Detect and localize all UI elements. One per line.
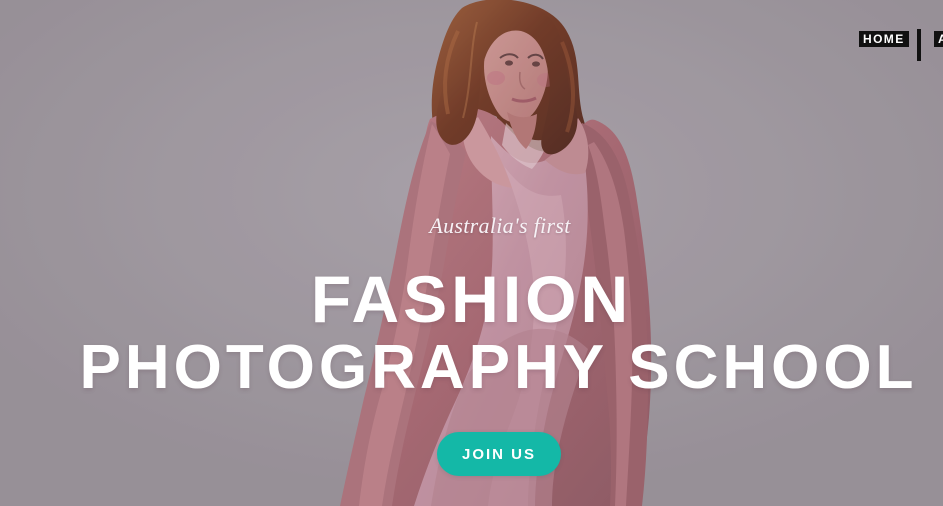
top-navigation: HOME A — [857, 29, 943, 63]
hero-model-image — [0, 0, 943, 506]
join-us-button[interactable]: JOIN US — [437, 432, 561, 476]
nav-link-home[interactable]: HOME — [859, 31, 909, 47]
hero-title-line-photography-school: PHOTOGRAPHY SCHOOL — [79, 333, 918, 402]
hero-title-line-fashion: FASHION — [310, 262, 633, 336]
hero-section: HOME A Australia's first FASHION PHOTOGR… — [0, 0, 943, 506]
nav-link-partial[interactable]: A — [934, 31, 943, 47]
hero-eyebrow: Australia's first — [429, 213, 571, 238]
nav-divider — [917, 29, 921, 61]
